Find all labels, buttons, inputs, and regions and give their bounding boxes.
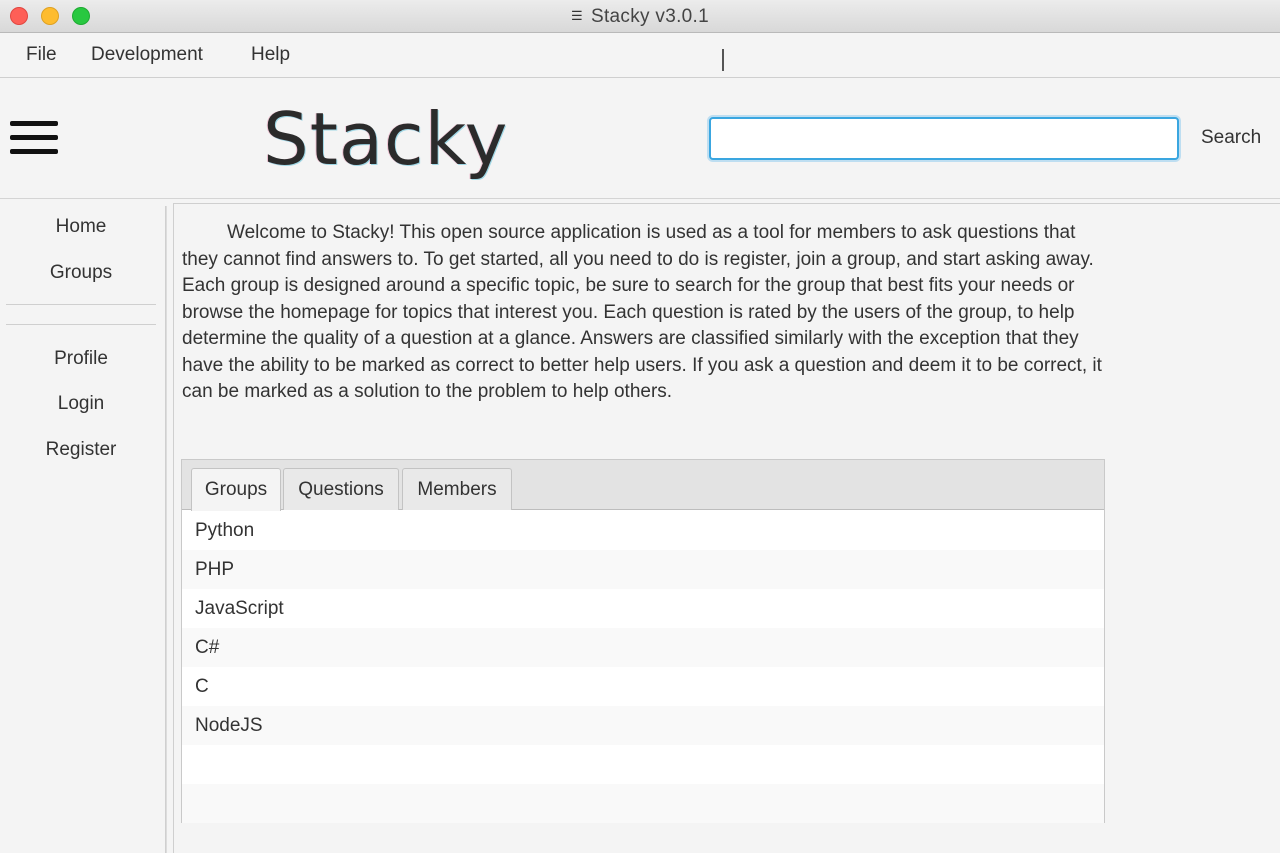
text-cursor xyxy=(722,49,724,71)
sidebar-divider xyxy=(6,324,156,325)
list-item[interactable]: C# xyxy=(182,628,1104,667)
brand-logo-text: Stacky xyxy=(263,97,509,181)
list-item[interactable] xyxy=(182,784,1104,823)
header: Stacky Search xyxy=(0,79,1280,199)
list-item[interactable]: JavaScript xyxy=(182,589,1104,628)
search-input[interactable] xyxy=(709,117,1179,160)
sidebar: Home Groups Profile Login Register xyxy=(0,200,165,853)
tab-questions[interactable]: Questions xyxy=(283,468,399,510)
sidebar-item-groups[interactable]: Groups xyxy=(0,262,162,284)
sidebar-splitter[interactable] xyxy=(165,206,167,853)
search-button[interactable]: Search xyxy=(1201,127,1261,149)
menu-help[interactable]: Help xyxy=(251,44,290,66)
tab-pane: Groups Questions Members Python PHP JavaSc… xyxy=(181,459,1105,823)
sidebar-item-home[interactable]: Home xyxy=(0,216,162,238)
groups-list: Python PHP JavaScript C# C NodeJS xyxy=(182,511,1104,823)
menu-development[interactable]: Development xyxy=(91,44,203,66)
sidebar-divider xyxy=(6,304,156,305)
tab-strip: Groups Questions Members xyxy=(182,460,1104,511)
stack-icon: ☰ xyxy=(571,8,583,23)
window-title-text: Stacky v3.0.1 xyxy=(591,6,709,27)
welcome-text: Welcome to Stacky! This open source appl… xyxy=(182,222,1102,402)
sidebar-item-register[interactable]: Register xyxy=(0,439,162,461)
list-item[interactable]: Python xyxy=(182,511,1104,550)
list-item[interactable]: NodeJS xyxy=(182,706,1104,745)
sidebar-item-profile[interactable]: Profile xyxy=(0,348,162,370)
title-bar: ☰ Stacky v3.0.1 xyxy=(0,0,1280,33)
list-item[interactable]: PHP xyxy=(182,550,1104,589)
list-item[interactable]: C xyxy=(182,667,1104,706)
hamburger-menu-icon[interactable] xyxy=(10,121,58,155)
menu-file[interactable]: File xyxy=(26,44,57,66)
list-item[interactable] xyxy=(182,745,1104,784)
tab-members[interactable]: Members xyxy=(402,468,512,510)
sidebar-item-login[interactable]: Login xyxy=(0,393,162,415)
tab-groups[interactable]: Groups xyxy=(191,468,281,511)
window-title: ☰ Stacky v3.0.1 xyxy=(0,6,1280,28)
menu-bar: File Development Help xyxy=(0,33,1280,78)
